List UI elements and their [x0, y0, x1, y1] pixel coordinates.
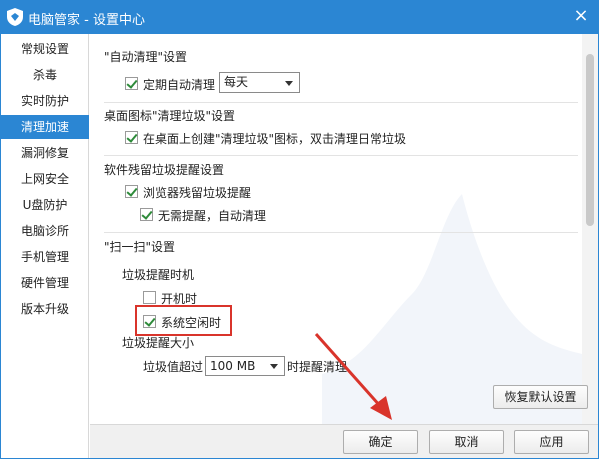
on-boot-checkbox[interactable] — [143, 291, 156, 304]
threshold-suffix-label: 时提醒清理 — [287, 360, 348, 374]
apply-button[interactable]: 应用 — [514, 430, 589, 454]
section-title-auto-clean: "自动清理"设置 — [104, 50, 188, 64]
no-remind-label: 无需提醒，自动清理 — [158, 209, 267, 223]
sidebar-item-general[interactable]: 常规设置 — [1, 37, 89, 61]
section-title-scan: "扫一扫"设置 — [104, 240, 176, 254]
clean-period-select[interactable]: 每天 — [219, 72, 300, 93]
title-bar: 电脑管家 - 设置中心 × — [0, 0, 599, 34]
sidebar-item-phone-manager[interactable]: 手机管理 — [1, 245, 89, 269]
sidebar-item-pc-clinic[interactable]: 电脑诊所 — [1, 219, 89, 243]
no-remind-checkbox[interactable] — [140, 208, 153, 221]
cancel-button[interactable]: 取消 — [429, 430, 504, 454]
periodic-clean-label: 定期自动清理 — [143, 78, 216, 92]
threshold-prefix-label: 垃圾值超过 — [143, 360, 204, 374]
window-title: 电脑管家 - 设置中心 — [28, 13, 145, 28]
sidebar-item-upgrade[interactable]: 版本升级 — [1, 297, 89, 321]
restore-defaults-button[interactable]: 恢复默认设置 — [493, 385, 588, 409]
clean-period-value: 每天 — [224, 75, 249, 89]
threshold-select[interactable]: 100 MB — [205, 356, 285, 376]
chevron-down-icon — [270, 364, 278, 369]
sidebar-item-patch[interactable]: 漏洞修复 — [1, 141, 89, 165]
reminder-timing-heading: 垃圾提醒时机 — [122, 268, 195, 282]
periodic-clean-checkbox[interactable] — [125, 77, 138, 90]
scrollbar[interactable] — [582, 34, 598, 424]
sidebar-item-hardware[interactable]: 硬件管理 — [1, 271, 89, 295]
scrollbar-thumb[interactable] — [586, 54, 594, 226]
sidebar-item-realtime-protection[interactable]: 实时防护 — [1, 89, 89, 113]
ok-button[interactable]: 确定 — [343, 430, 418, 454]
divider — [104, 232, 578, 233]
sidebar-item-cleanup[interactable]: 清理加速 — [1, 115, 89, 139]
browser-residual-checkbox[interactable] — [125, 185, 138, 198]
threshold-value: 100 MB — [210, 359, 256, 373]
sidebar-item-web-security[interactable]: 上网安全 — [1, 167, 89, 191]
sidebar-item-antivirus[interactable]: 杀毒 — [1, 63, 89, 87]
sidebar-item-usb-protection[interactable]: U盘防护 — [1, 193, 89, 217]
sidebar: 常规设置 杀毒 实时防护 清理加速 漏洞修复 上网安全 U盘防护 电脑诊所 手机… — [1, 34, 89, 458]
divider — [104, 155, 578, 156]
reminder-size-heading: 垃圾提醒大小 — [122, 336, 195, 350]
chevron-down-icon — [285, 80, 293, 86]
shield-logo-icon — [7, 8, 23, 26]
annotation-highlight-box — [135, 305, 232, 336]
section-title-residual: 软件残留垃圾提醒设置 — [104, 163, 225, 177]
divider — [104, 102, 578, 103]
close-icon[interactable]: × — [571, 6, 591, 26]
desktop-icon-label: 在桌面上创建"清理垃圾"图标，双击清理日常垃圾 — [143, 132, 407, 146]
section-title-desktop-icon: 桌面图标"清理垃圾"设置 — [104, 109, 236, 123]
desktop-icon-checkbox[interactable] — [125, 131, 138, 144]
browser-residual-label: 浏览器残留垃圾提醒 — [143, 186, 252, 200]
